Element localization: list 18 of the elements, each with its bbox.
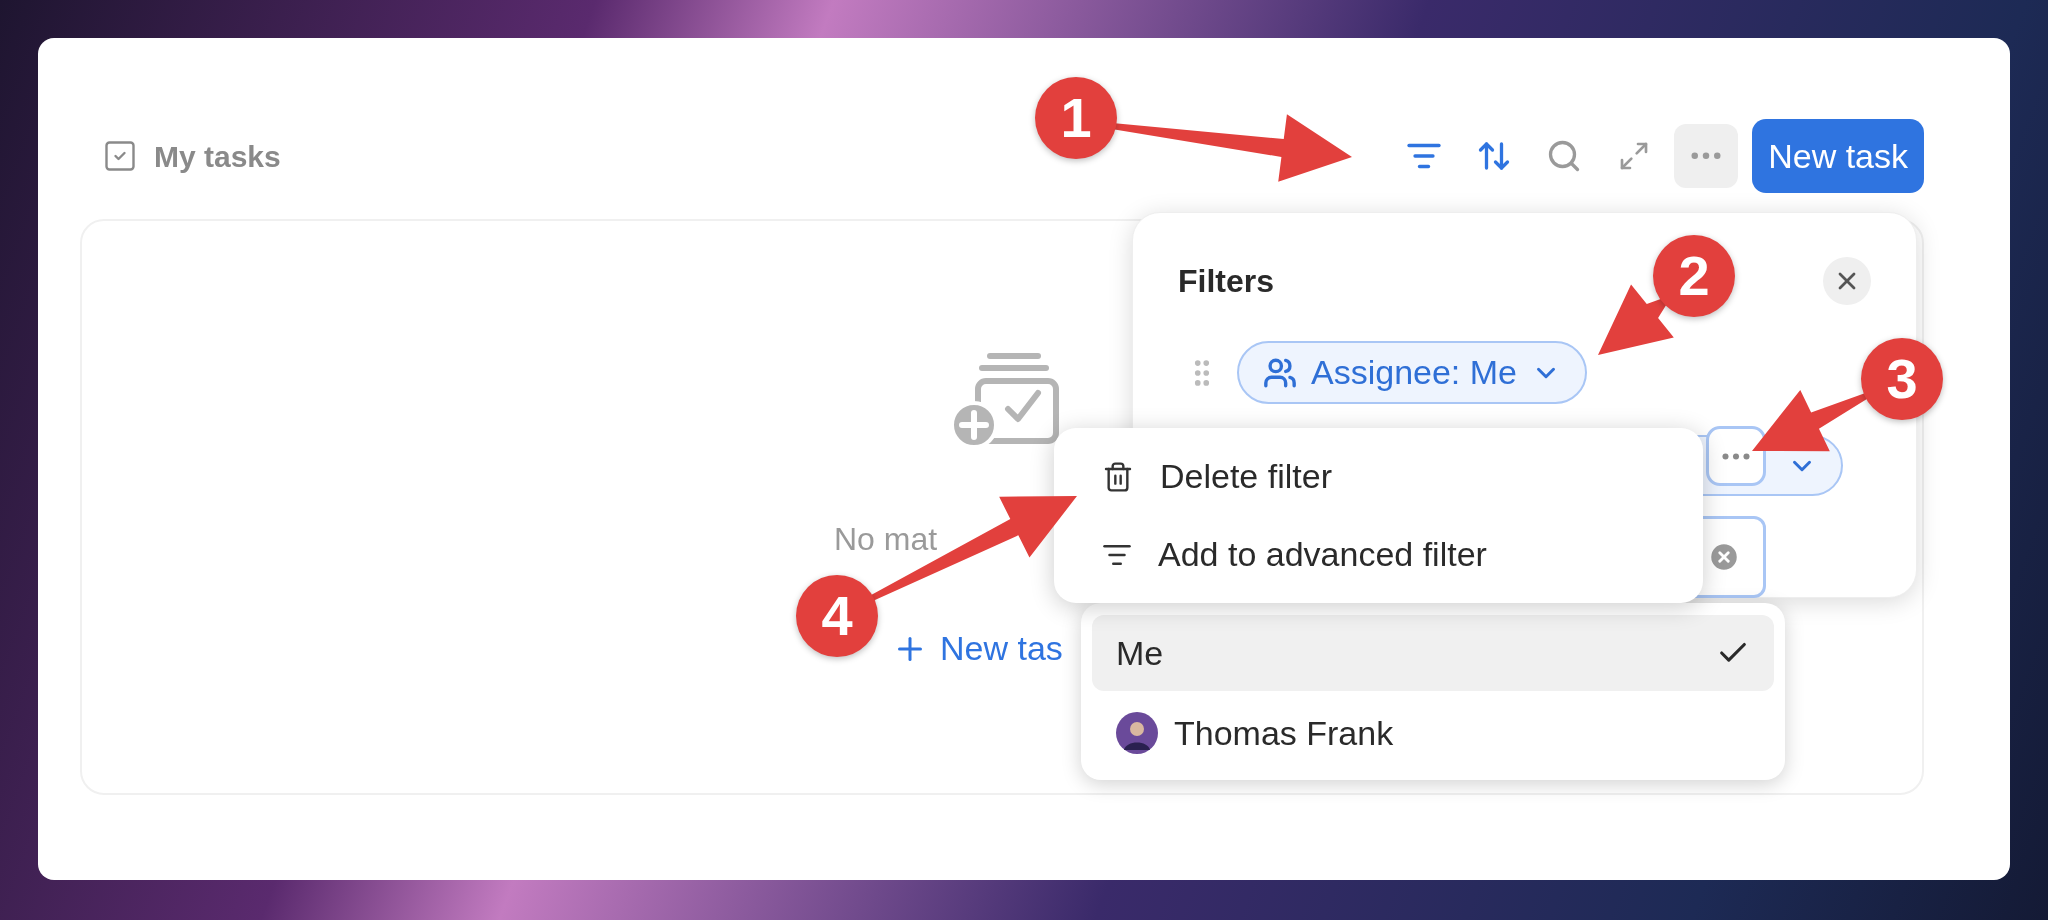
assignee-filter-pill[interactable]: Assignee: Me — [1237, 341, 1587, 404]
menu-item[interactable]: Delete filter — [1064, 441, 1693, 512]
close-button[interactable] — [1823, 257, 1871, 305]
page-title: My tasks — [154, 138, 281, 175]
trash-icon — [1102, 460, 1134, 493]
new-task-link[interactable]: New tas — [892, 623, 1063, 674]
filters-title: Filters — [1178, 262, 1275, 301]
empty-message: No mat — [834, 521, 938, 557]
filter-options-button[interactable] — [1706, 426, 1766, 486]
more-button[interactable] — [1674, 124, 1739, 188]
menu-item[interactable]: Add to advanced filter — [1064, 519, 1693, 590]
option-item[interactable]: Me — [1092, 615, 1774, 691]
option-item[interactable]: Thomas Frank — [1092, 695, 1774, 771]
new-task-button[interactable]: New task — [1752, 119, 1924, 193]
more-icon — [1691, 152, 1722, 160]
avatar-icon — [1116, 712, 1158, 754]
more-icon — [1722, 452, 1750, 460]
checkbox-icon — [102, 138, 138, 174]
